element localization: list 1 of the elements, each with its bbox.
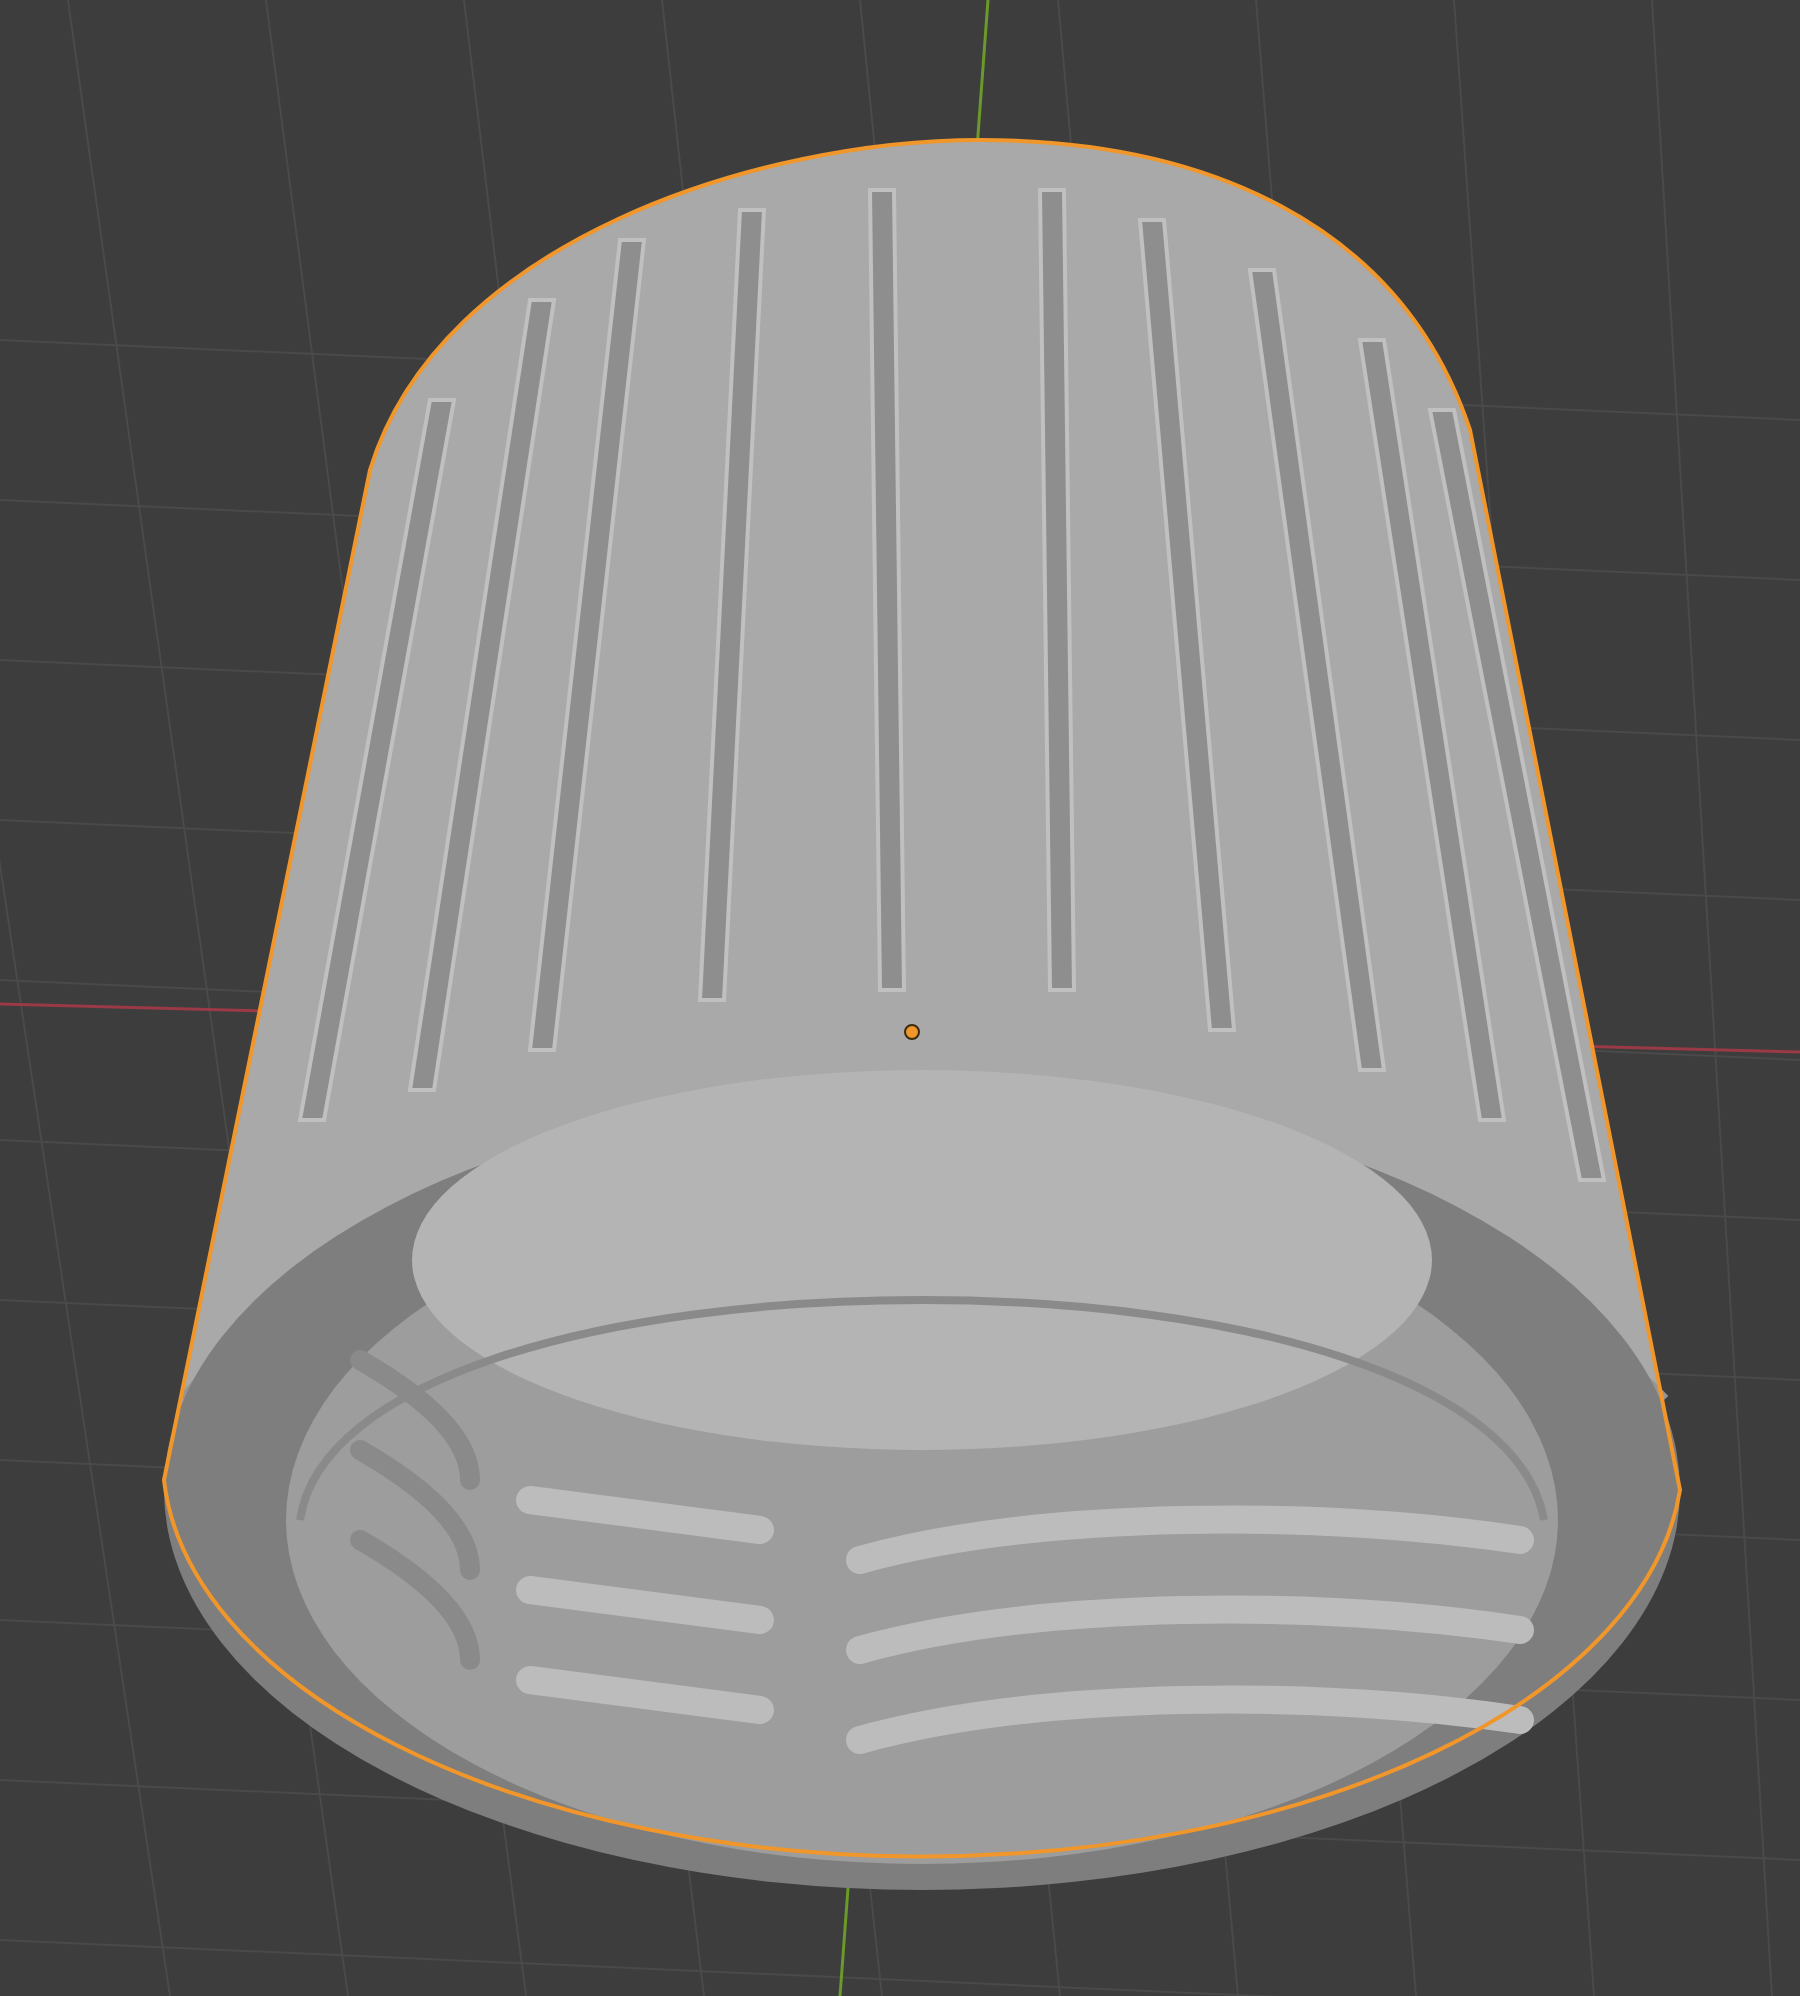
origin-dot-icon	[904, 1024, 920, 1040]
